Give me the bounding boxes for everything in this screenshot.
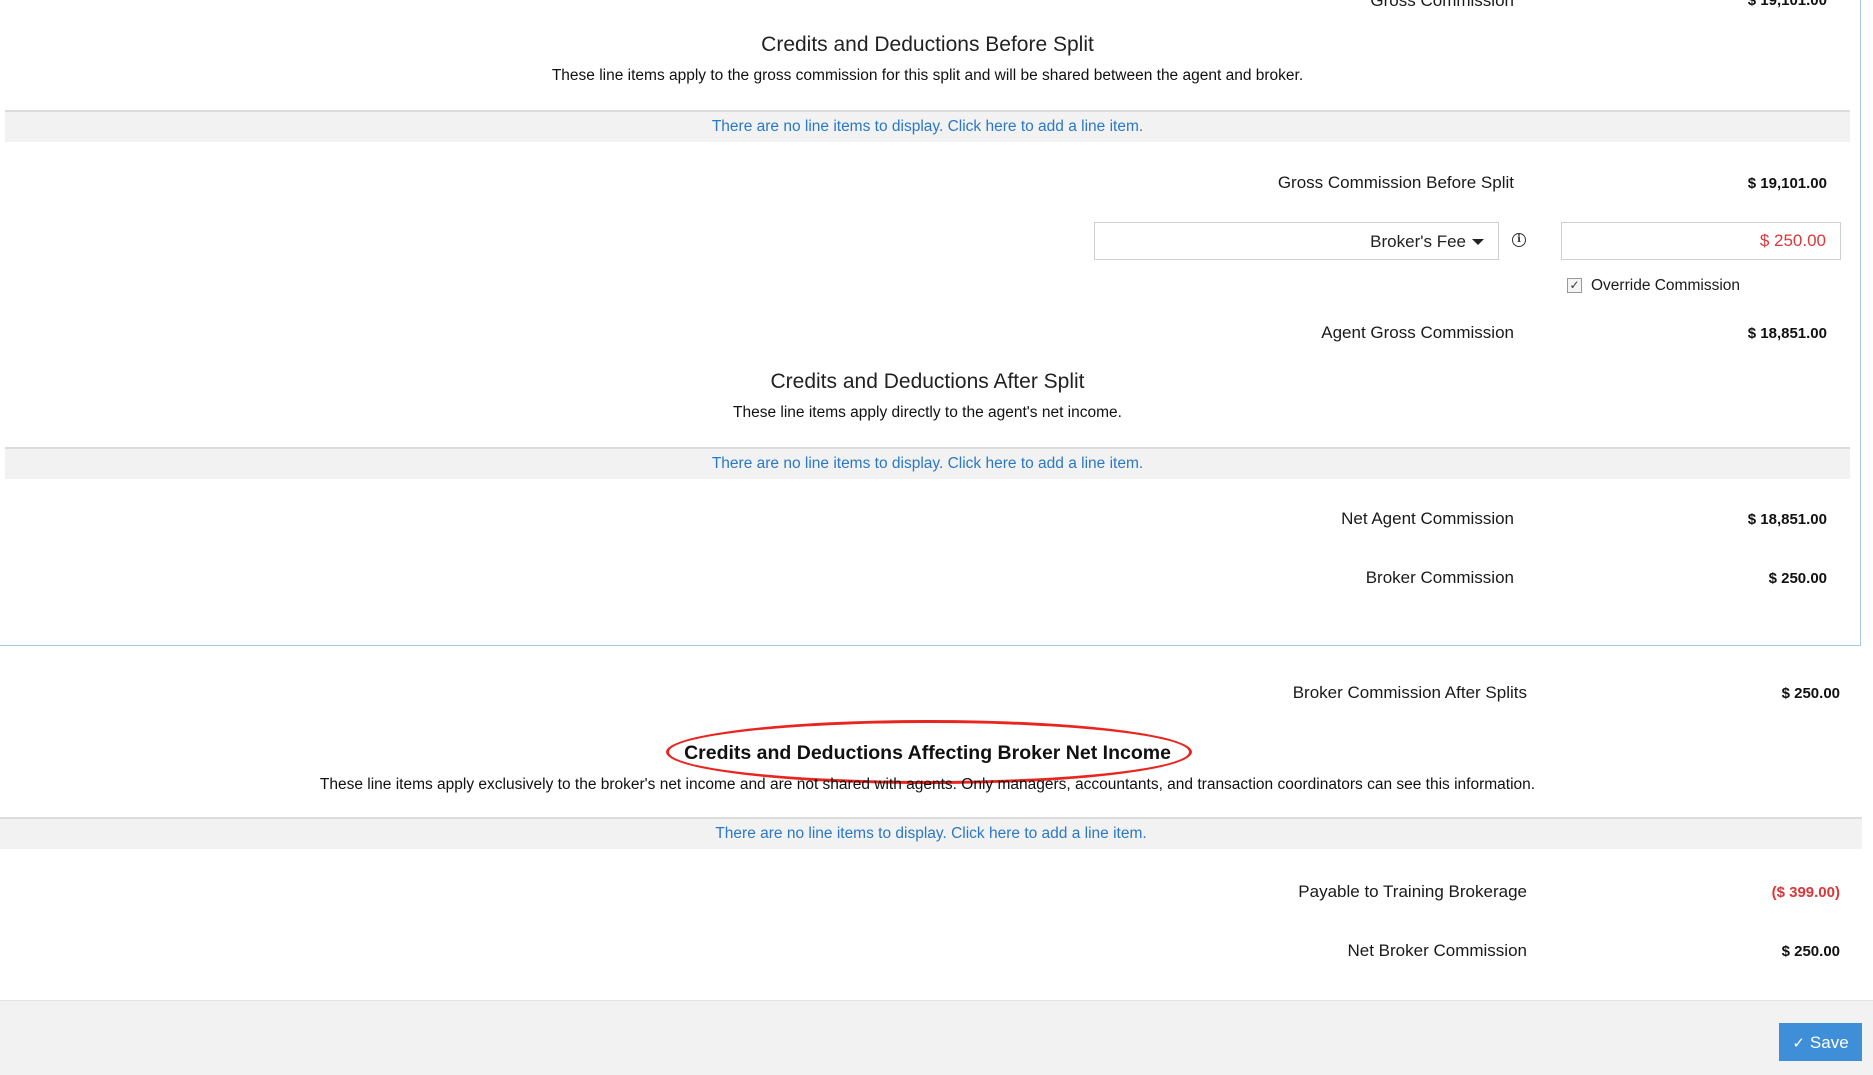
after-split-add-line-item[interactable]: There are no line items to display. Clic… xyxy=(5,447,1850,479)
payable-training-value: ($ 399.00) xyxy=(1771,884,1840,901)
override-commission-checkbox[interactable]: ✓ xyxy=(1567,278,1582,293)
after-split-title: Credits and Deductions After Split xyxy=(770,370,1085,393)
gross-before-split-value: $ 19,101.00 xyxy=(1747,175,1827,192)
after-split-description: These line items apply directly to the a… xyxy=(733,404,1122,421)
agent-gross-value: $ 18,851.00 xyxy=(1747,325,1827,342)
gross-before-split-label: Gross Commission Before Split xyxy=(1277,173,1514,192)
check-icon: ✓ xyxy=(1792,1035,1805,1052)
broker-net-section-title: Credits and Deductions Affecting Broker … xyxy=(684,742,1171,764)
before-split-add-line-item[interactable]: There are no line items to display. Clic… xyxy=(5,110,1850,142)
commission-page: Gross Commission $ 19,101.00 Credits and… xyxy=(0,0,1873,1075)
before-split-title: Credits and Deductions Before Split xyxy=(761,33,1094,56)
broker-commission-value: $ 250.00 xyxy=(1768,570,1827,587)
broker-after-splits-value: $ 250.00 xyxy=(1781,685,1840,702)
broker-fee-select[interactable]: Broker's Fee xyxy=(1094,222,1499,260)
agent-split-panel: Gross Commission $ 19,101.00 Credits and… xyxy=(0,0,1861,646)
save-button[interactable]: ✓ Save xyxy=(1779,1023,1862,1061)
info-circle-icon[interactable]: i xyxy=(1512,233,1526,247)
net-broker-value: $ 250.00 xyxy=(1781,943,1840,960)
broker-net-add-line-item[interactable]: There are no line items to display. Clic… xyxy=(0,817,1862,849)
net-agent-value: $ 18,851.00 xyxy=(1747,511,1827,528)
gross-commission-label: Gross Commission xyxy=(1370,0,1514,10)
broker-fee-amount-input[interactable]: $ 250.00 xyxy=(1561,222,1841,260)
save-button-label: Save xyxy=(1809,1033,1849,1052)
net-broker-label: Net Broker Commission xyxy=(1347,941,1528,960)
broker-after-splits-label: Broker Commission After Splits xyxy=(1292,683,1527,702)
payable-training-label: Payable to Training Brokerage xyxy=(1298,882,1527,901)
before-split-description: These line items apply to the gross comm… xyxy=(551,67,1304,84)
net-agent-label: Net Agent Commission xyxy=(1341,509,1514,528)
broker-fee-selected: Broker's Fee xyxy=(1370,232,1466,251)
agent-gross-label: Agent Gross Commission xyxy=(1321,323,1514,342)
gross-commission-value: $ 19,101.00 xyxy=(1747,0,1827,9)
broker-commission-label: Broker Commission xyxy=(1365,568,1514,587)
override-commission-label: Override Commission xyxy=(1591,277,1741,294)
broker-net-section-description: These line items apply exclusively to th… xyxy=(319,776,1536,793)
chevron-down-icon xyxy=(1472,239,1484,245)
footer-bar xyxy=(0,1000,1873,1075)
